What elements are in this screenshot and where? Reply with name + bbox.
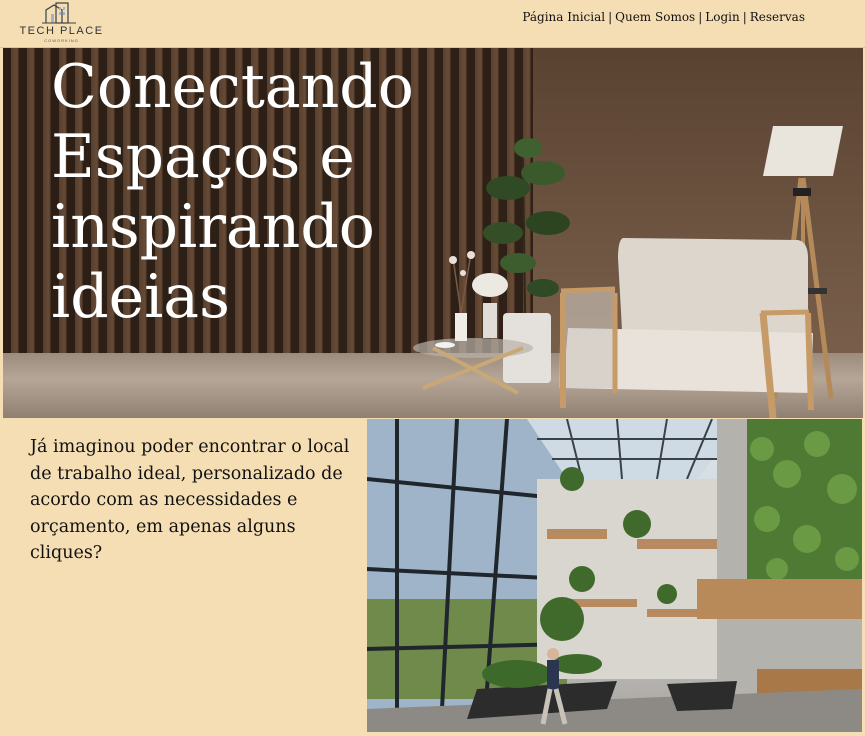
- site-header: TECH PLACE COWORKING Página Inicial | Quem…: [0, 0, 865, 48]
- logo-subtext: COWORKING: [44, 38, 79, 43]
- nav-link-login[interactable]: Login: [705, 10, 739, 24]
- nav-separator: |: [608, 10, 613, 24]
- brand-logo[interactable]: TECH PLACE COWORKING: [14, 2, 109, 44]
- logo-text: TECH PLACE: [19, 25, 104, 37]
- nav-separator: |: [698, 10, 703, 24]
- hero-title: Conectando Espaços e inspirando ideias: [51, 52, 414, 332]
- nav-link-bookings[interactable]: Reservas: [750, 10, 805, 24]
- main-nav: Página Inicial | Quem Somos | Login | Reservas: [522, 10, 805, 24]
- armchair: [559, 238, 814, 418]
- intro-section: Já imaginou poder encontrar o local de t…: [0, 419, 367, 736]
- atrium-illustration: [367, 419, 862, 732]
- building-logo-icon: [42, 2, 76, 24]
- nav-link-about[interactable]: Quem Somos: [615, 10, 695, 24]
- nav-link-home[interactable]: Página Inicial: [522, 10, 605, 24]
- hero-banner: Conectando Espaços e inspirando ideias: [3, 48, 863, 418]
- nav-separator: |: [742, 10, 747, 24]
- coworking-atrium-image: [367, 419, 862, 732]
- intro-text: Já imaginou poder encontrar o local de t…: [30, 437, 350, 563]
